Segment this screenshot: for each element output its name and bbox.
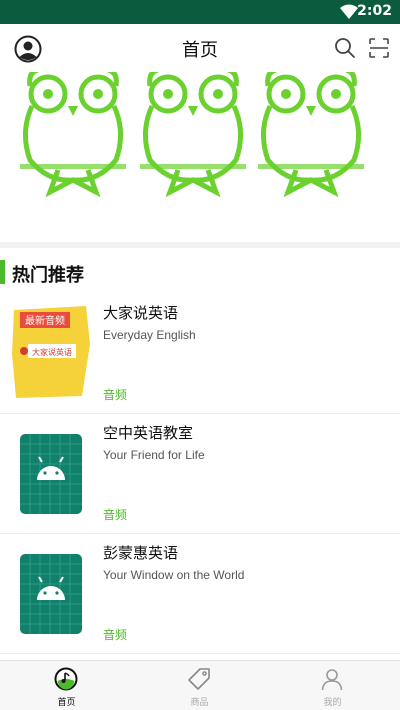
wifi-icon [340,4,358,19]
section-header: 热门推荐 [0,256,400,290]
search-icon[interactable] [334,37,356,59]
item-subtitle: Everyday English [103,328,196,342]
item-tag: 音频 [103,508,128,522]
item-tag: 音频 [103,628,128,642]
section-divider [0,242,400,248]
user-icon [321,669,343,691]
nav-tab-goods[interactable]: 商品 [133,661,266,710]
item-tag: 音频 [103,388,128,402]
nav-label-mine: 我的 [323,698,342,708]
owl-logo-image [140,72,246,198]
cover-top-text: 最新音频 [25,314,65,327]
bottom-navigation: 首页 商品 我的 [0,660,400,710]
item-title: 彭蒙惠英语 [103,544,179,562]
status-bar: 2:02 [0,0,400,24]
item-title: 大家说英语 [103,304,179,322]
cover-mid-text: 大家说英语 [32,347,72,357]
nav-tab-mine[interactable]: 我的 [266,661,399,710]
status-time: 2:02 [357,3,392,19]
owl-logo-image [258,72,364,198]
section-title: 热门推荐 [12,265,84,286]
owl-logo-image [20,72,126,198]
android-placeholder-icon [20,554,82,634]
banner-carousel[interactable] [0,72,400,242]
item-title: 空中英语教室 [103,424,194,442]
nav-label-goods: 商品 [190,698,209,708]
scan-icon[interactable] [368,37,390,59]
item-subtitle: Your Window on the World [103,568,245,582]
list-item[interactable]: 最新音频 大家说英语 大家说英语 Everyday English 音频 [0,294,400,414]
item-subtitle: Your Friend for Life [103,448,205,462]
tag-icon [188,668,210,690]
section-accent-bar [0,260,5,284]
nav-label-home: 首页 [57,698,76,708]
cover-image: 最新音频 大家说英语 [12,306,90,398]
list-item[interactable]: 空中英语教室 Your Friend for Life 音频 [0,414,400,534]
nav-tab-home[interactable]: 首页 [0,661,133,710]
list-item[interactable]: 彭蒙惠英语 Your Window on the World 音频 [0,534,400,654]
app-bar: 首页 [0,24,400,72]
android-placeholder-icon [20,434,82,514]
home-music-icon [54,667,78,691]
